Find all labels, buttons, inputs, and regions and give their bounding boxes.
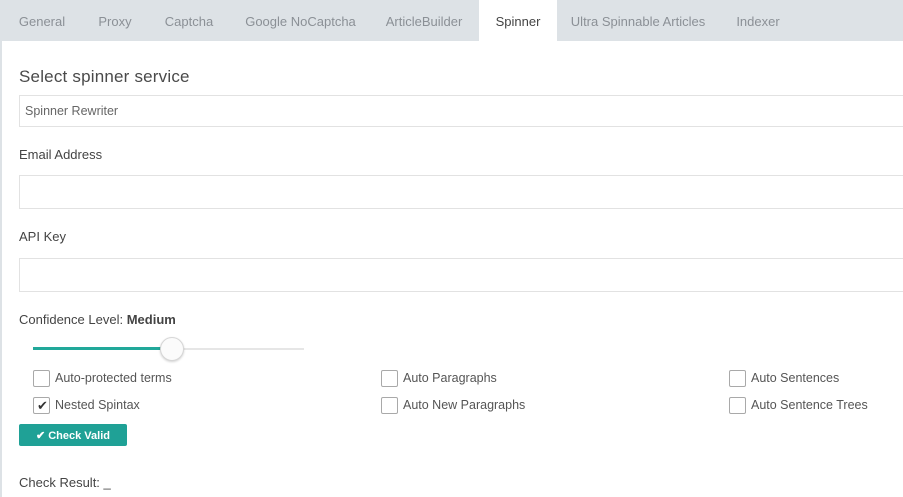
check-valid-label: Check Valid [48, 429, 110, 442]
confidence-label-text: Confidence Level: [19, 312, 124, 327]
tab-indexer[interactable]: Indexer [719, 0, 797, 41]
confidence-value: Medium [126, 312, 176, 327]
option-label: Auto New Paragraphs [403, 398, 526, 412]
section-title: Select spinner service [19, 67, 190, 86]
api-key-field[interactable] [19, 258, 903, 292]
option-label: Auto Sentence Trees [751, 398, 868, 412]
checkbox[interactable]: ✔ [33, 397, 50, 414]
content-border [0, 41, 2, 497]
tab-google-nocaptcha[interactable]: Google NoCaptcha [232, 0, 369, 41]
option-label: Auto Paragraphs [403, 371, 497, 385]
checkbox[interactable] [33, 370, 50, 387]
checkbox[interactable] [729, 370, 746, 387]
check-result: Check Result: _ [19, 475, 111, 490]
tab-bar: General Proxy Captcha Google NoCaptcha A… [0, 0, 903, 41]
tab-captcha[interactable]: Captcha [146, 0, 232, 41]
confidence-label: Confidence Level: Medium [19, 312, 176, 327]
email-field[interactable] [19, 175, 903, 209]
checkbox[interactable] [729, 397, 746, 414]
tab-ultra-spinnable-articles[interactable]: Ultra Spinnable Articles [557, 0, 719, 41]
check-result-value: _ [103, 475, 111, 490]
option-label: Auto Sentences [751, 371, 840, 385]
checkbox[interactable] [381, 370, 398, 387]
check-icon: ✔ [36, 429, 46, 442]
tab-proxy[interactable]: Proxy [84, 0, 146, 41]
api-key-label: API Key [19, 229, 66, 244]
checkmark-icon: ✔ [37, 398, 48, 413]
confidence-slider[interactable] [33, 337, 304, 361]
slider-thumb[interactable] [160, 337, 184, 361]
tab-articlebuilder[interactable]: ArticleBuilder [369, 0, 479, 41]
option-label: Nested Spintax [55, 398, 140, 412]
spinner-service-select[interactable]: Spinner Rewriter [19, 95, 903, 127]
checkbox[interactable] [381, 397, 398, 414]
option-label: Auto-protected terms [55, 371, 172, 385]
tab-spinner[interactable]: Spinner [479, 0, 557, 41]
check-valid-button[interactable]: ✔ Check Valid [19, 424, 127, 446]
tab-general[interactable]: General [0, 0, 84, 41]
email-label: Email Address [19, 147, 103, 162]
check-result-label: Check Result: [19, 475, 100, 490]
slider-fill [33, 347, 169, 350]
